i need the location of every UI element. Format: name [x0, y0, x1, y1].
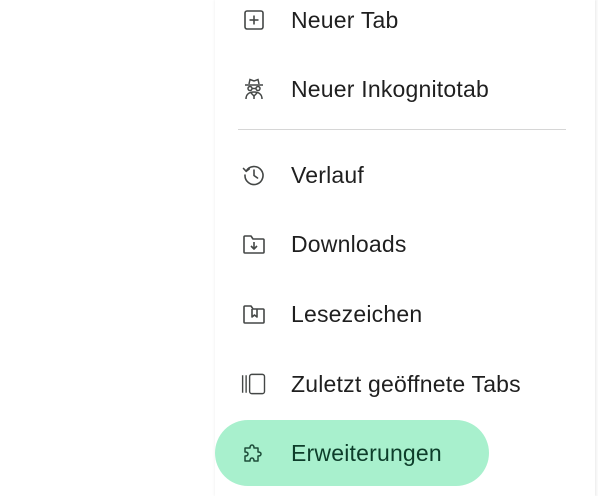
background-pane: [0, 0, 215, 496]
menu-item-recent-tabs[interactable]: Zuletzt geöffnete Tabs: [215, 354, 595, 414]
incognito-icon: [240, 75, 268, 103]
menu-item-label: Lesezeichen: [291, 300, 423, 327]
menu-item-label: Neuer Inkognitotab: [291, 75, 489, 102]
menu-item-label: Verlauf: [291, 161, 365, 188]
plus-box-icon: [240, 6, 268, 34]
bookmark-folder-icon: [240, 300, 268, 328]
menu-item-history[interactable]: Verlauf: [215, 145, 595, 205]
recent-tabs-icon: [240, 370, 268, 398]
menu-item-label: Neuer Tab: [291, 6, 399, 33]
history-icon: [240, 161, 268, 189]
menu-item-label: Downloads: [291, 230, 407, 257]
menu-item-new-incognito-tab[interactable]: Neuer Inkognitotab: [215, 59, 595, 119]
menu-divider: [238, 129, 566, 130]
menu-item-label: Zuletzt geöffnete Tabs: [291, 370, 521, 397]
menu-item-bookmarks[interactable]: Lesezeichen: [215, 284, 595, 344]
menu-item-new-tab[interactable]: Neuer Tab: [215, 0, 595, 50]
menu-item-downloads[interactable]: Downloads: [215, 214, 595, 274]
menu-item-extensions[interactable]: Erweiterungen: [215, 423, 595, 483]
puzzle-icon: [240, 439, 268, 467]
menu-item-label: Erweiterungen: [291, 439, 442, 466]
overflow-menu: Neuer Tab Neuer Inkognitotab Verlauf Dow…: [215, 0, 595, 496]
download-folder-icon: [240, 230, 268, 258]
